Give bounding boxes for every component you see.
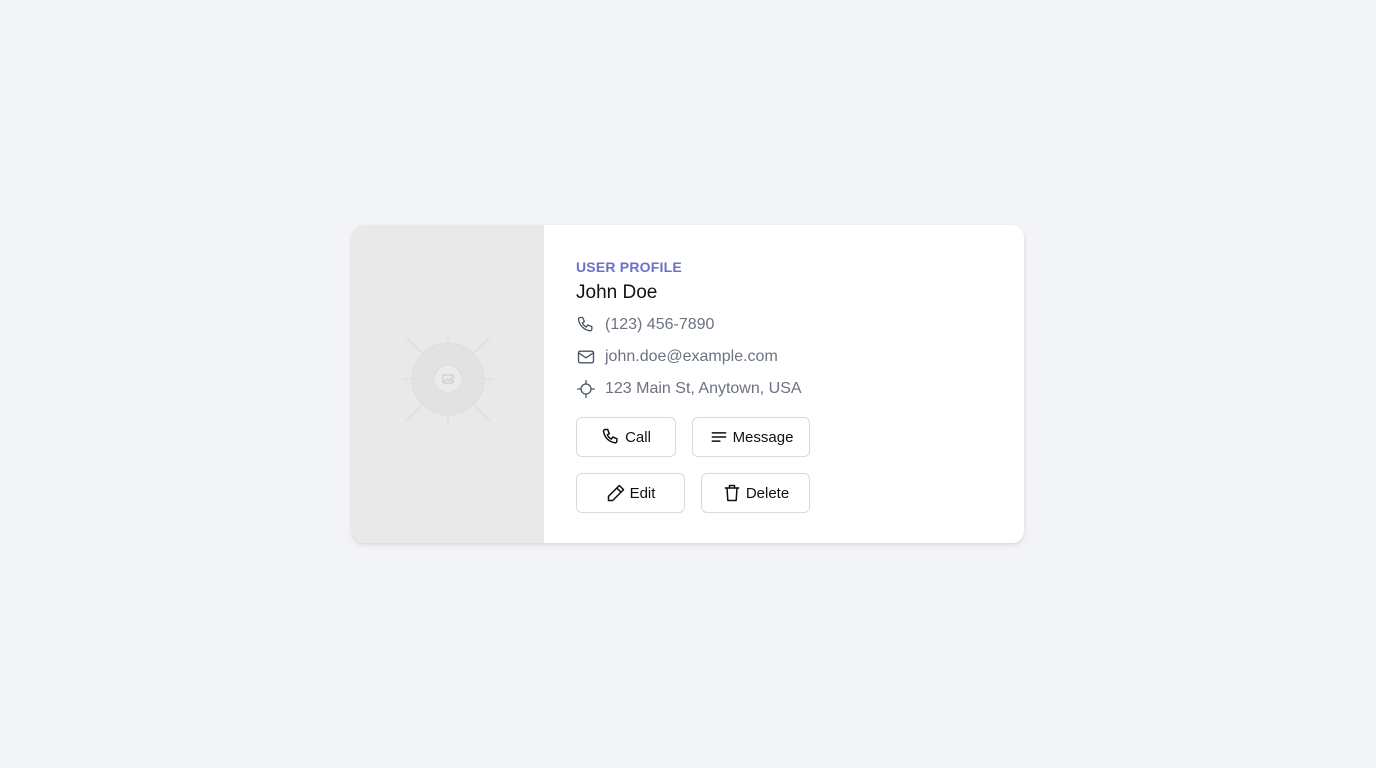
phone-icon [576,315,596,335]
location-crosshair-icon [576,379,596,399]
primary-actions: Call Message [576,417,1024,457]
edit-button-label: Edit [629,484,656,502]
mail-icon [576,347,596,367]
message-button-label: Message [732,428,794,446]
street-address: 123 Main St, Anytown, USA [605,380,802,397]
address-row: 123 Main St, Anytown, USA [576,373,1024,405]
lines-icon [709,427,729,447]
phone-number: (123) 456-7890 [605,316,715,333]
profile-card: USER PROFILE John Doe (123) 456-7890 joh… [352,225,1024,543]
call-button[interactable]: Call [576,417,676,457]
profile-content: USER PROFILE John Doe (123) 456-7890 joh… [544,225,1024,543]
call-button-label: Call [625,428,651,446]
secondary-actions: Edit Delete [576,473,1024,513]
delete-button[interactable]: Delete [701,473,810,513]
section-label: USER PROFILE [576,259,682,275]
profile-image-placeholder [352,225,544,543]
trash-icon [722,483,742,503]
image-placeholder-icon [403,334,493,424]
user-name: John Doe [576,282,658,303]
contact-info: (123) 456-7890 john.doe@example.com 123 … [576,309,1024,405]
message-button[interactable]: Message [692,417,810,457]
email-address: john.doe@example.com [605,348,778,365]
phone-icon [601,427,621,447]
email-row: john.doe@example.com [576,341,1024,373]
pencil-icon [606,483,626,503]
phone-row: (123) 456-7890 [576,309,1024,341]
delete-button-label: Delete [745,484,790,502]
edit-button[interactable]: Edit [576,473,685,513]
